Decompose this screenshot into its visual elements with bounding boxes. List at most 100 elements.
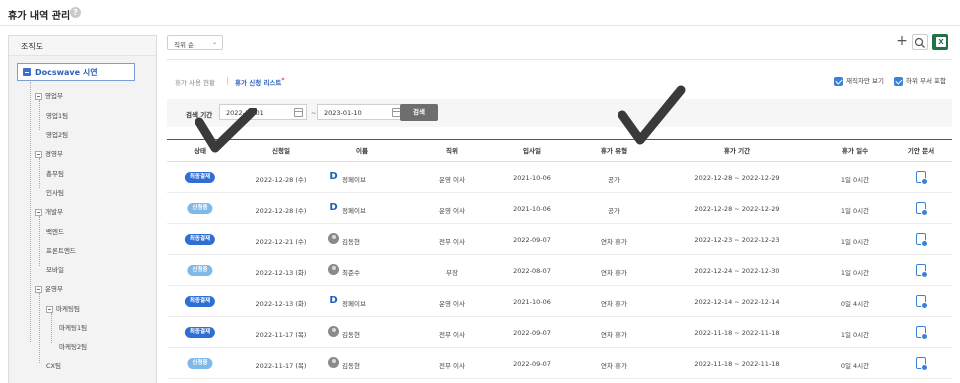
position: 부장 <box>446 269 458 277</box>
join-date: 2022-09-07 <box>513 360 551 368</box>
tree-item-sales-2[interactable]: 영업2팀 <box>46 129 68 139</box>
table-row[interactable]: 최종결재 2022-12-21 (수) 김동현 전무 이사 2022-09-07 연차 휴… <box>167 224 952 255</box>
table-row[interactable]: 신청중 2022-12-13 (화) 최준수 부장 2022-08-07 연차 휴가 202… <box>167 255 952 286</box>
tree-item-backend[interactable]: 백엔드 <box>46 226 64 236</box>
position: 전무 이사 <box>439 238 465 246</box>
draft-document-icon[interactable] <box>916 171 928 185</box>
tab-separator <box>227 77 228 85</box>
employee-name: 정페이브 <box>342 207 366 215</box>
leave-type: 공가 <box>608 207 620 215</box>
leave-period: 2022-12-28 ~ 2022-12-29 <box>694 205 780 213</box>
start-date-input[interactable]: 2022-11-01 <box>219 104 307 120</box>
toolbar-divider <box>167 59 952 60</box>
draft-document-icon[interactable] <box>916 264 928 278</box>
th-request-date: 신청일 <box>272 147 290 155</box>
avatar: D <box>329 295 338 306</box>
leave-days: 1일 0시간 <box>840 331 870 339</box>
leave-days: 1일 0시간 <box>840 207 870 215</box>
avatar: D <box>329 202 338 213</box>
draft-document-icon[interactable] <box>916 295 928 309</box>
status-badge: 최종결재 <box>184 172 216 183</box>
collapse-icon <box>35 92 42 100</box>
status-badge: 최종결재 <box>184 327 216 338</box>
employee-name: 정페이브 <box>342 176 366 184</box>
tree-item-sales[interactable]: 영업부 <box>35 90 63 100</box>
avatar <box>328 357 339 368</box>
request-date: 2022-12-13 (화) <box>255 269 307 277</box>
leave-type: 연차 휴가 <box>601 362 627 370</box>
checkbox-checked-icon[interactable] <box>834 76 843 86</box>
leave-days: 1일 0시간 <box>840 238 870 246</box>
tree-item-management[interactable]: 경영부 <box>35 148 63 158</box>
checkbox-checked-icon[interactable] <box>894 76 903 86</box>
position: 운영 이사 <box>439 176 465 184</box>
sub-dept-checkbox[interactable]: 하위 부서 포함 <box>894 75 946 86</box>
join-date: 2022-08-07 <box>513 267 551 275</box>
table-row[interactable]: 최종결재 2022-11-17 (목) 김동현 전무 이사 2022-09-07 연차 휴… <box>167 317 952 348</box>
th-draft-document: 기안 문서 <box>907 147 935 155</box>
th-leave-days: 휴가 일수 <box>841 147 869 155</box>
tree-item-mobile[interactable]: 모바일 <box>46 264 64 274</box>
join-date: 2022-09-07 <box>513 329 551 337</box>
org-chart-panel: 조직도 Docswave 시연 영업부 영업1팀 영업2팀 경영부 총무팀 인사… <box>8 35 157 383</box>
leave-type: 연차 휴가 <box>601 269 627 277</box>
end-date-input[interactable]: 2023-01-10 <box>317 104 405 120</box>
tab-leave-requests[interactable]: 휴가 신청 리스트* <box>235 77 285 87</box>
tab-leave-usage[interactable]: 휴가 사용 현황 <box>175 77 215 87</box>
collapse-icon <box>35 208 42 216</box>
draft-document-icon[interactable] <box>916 202 928 216</box>
avatar: D <box>329 171 338 182</box>
search-icon <box>914 37 925 48</box>
employee-name: 김동현 <box>342 362 360 370</box>
search-submit-button[interactable]: 검색 <box>400 104 438 121</box>
tree-item-sales-1[interactable]: 영업1팀 <box>46 110 68 120</box>
th-name: 이름 <box>356 147 368 155</box>
collapse-icon <box>46 305 53 313</box>
position: 전무 이사 <box>439 362 465 370</box>
leave-days: 0일 4시간 <box>840 362 870 370</box>
tree-item-hr[interactable]: 인사팀 <box>46 187 64 197</box>
tree-item-cx[interactable]: CX팀 <box>46 360 61 370</box>
collapse-icon[interactable] <box>23 68 31 76</box>
tree-item-marketing-1[interactable]: 마케팅1팀 <box>59 322 87 332</box>
request-date: 2022-12-28 (수) <box>255 176 307 184</box>
help-icon[interactable]: ? <box>70 7 81 18</box>
join-date: 2022-09-07 <box>513 236 551 244</box>
tree-item-marketing-2[interactable]: 마케팅2팀 <box>59 341 87 351</box>
tree-item-general-affairs[interactable]: 총무팀 <box>46 168 64 178</box>
sort-select[interactable]: 직위 순 ⌄ <box>167 35 223 50</box>
add-button[interactable]: + <box>894 34 910 50</box>
draft-document-icon[interactable] <box>916 233 928 247</box>
th-position: 직위 <box>446 147 458 155</box>
table-row[interactable]: 신청중 2022-11-17 (목) 김동현 전무 이사 2022-09-07 연차 휴가… <box>167 348 952 379</box>
draft-document-icon[interactable] <box>916 326 928 340</box>
position: 운영 이사 <box>439 207 465 215</box>
excel-download-button[interactable]: X <box>932 34 948 50</box>
table-row[interactable]: 최종결재 2022-12-28 (수) D 정페이브 운영 이사 2021-10-06 공가… <box>167 162 952 193</box>
request-date: 2022-12-21 (수) <box>255 238 307 246</box>
page-header: 휴가 내역 관리 ? <box>0 0 960 26</box>
leave-period: 2022-12-28 ~ 2022-12-29 <box>694 174 780 182</box>
status-badge: 최종결재 <box>184 234 216 245</box>
avatar <box>328 264 339 275</box>
resigned-filter-checkbox[interactable]: 재직자만 보기 <box>834 75 884 86</box>
request-date: 2022-12-13 (화) <box>255 300 307 308</box>
tree-item-dev[interactable]: 개발부 <box>35 206 63 216</box>
tree-item-frontend[interactable]: 프론트엔드 <box>46 245 76 255</box>
page-title: 휴가 내역 관리 <box>8 11 71 22</box>
table-row[interactable]: 최종결재 2022-12-13 (화) D 정페이브 운영 이사 2021-10-06 연차… <box>167 286 952 317</box>
request-date: 2022-11-17 (목) <box>255 362 307 370</box>
tree-root-docswave[interactable]: Docswave 시연 <box>17 63 135 81</box>
tree-root-label: Docswave 시연 <box>35 68 98 77</box>
tree-item-marketing[interactable]: 마케팅팀 <box>46 303 80 313</box>
status-badge: 신청중 <box>187 203 213 214</box>
calendar-icon[interactable] <box>294 108 303 117</box>
th-join-date: 입사일 <box>523 147 541 155</box>
table-row[interactable]: 신청중 2022-12-28 (수) D 정페이브 운영 이사 2021-10-06 공가 2… <box>167 193 952 224</box>
draft-document-icon[interactable] <box>916 357 928 371</box>
employee-name: 김동현 <box>342 331 360 339</box>
search-button[interactable] <box>912 34 928 50</box>
leave-period: 2022-12-24 ~ 2022-12-30 <box>694 267 780 275</box>
join-date: 2021-10-06 <box>513 298 551 306</box>
tree-item-operations[interactable]: 운영부 <box>35 283 63 293</box>
